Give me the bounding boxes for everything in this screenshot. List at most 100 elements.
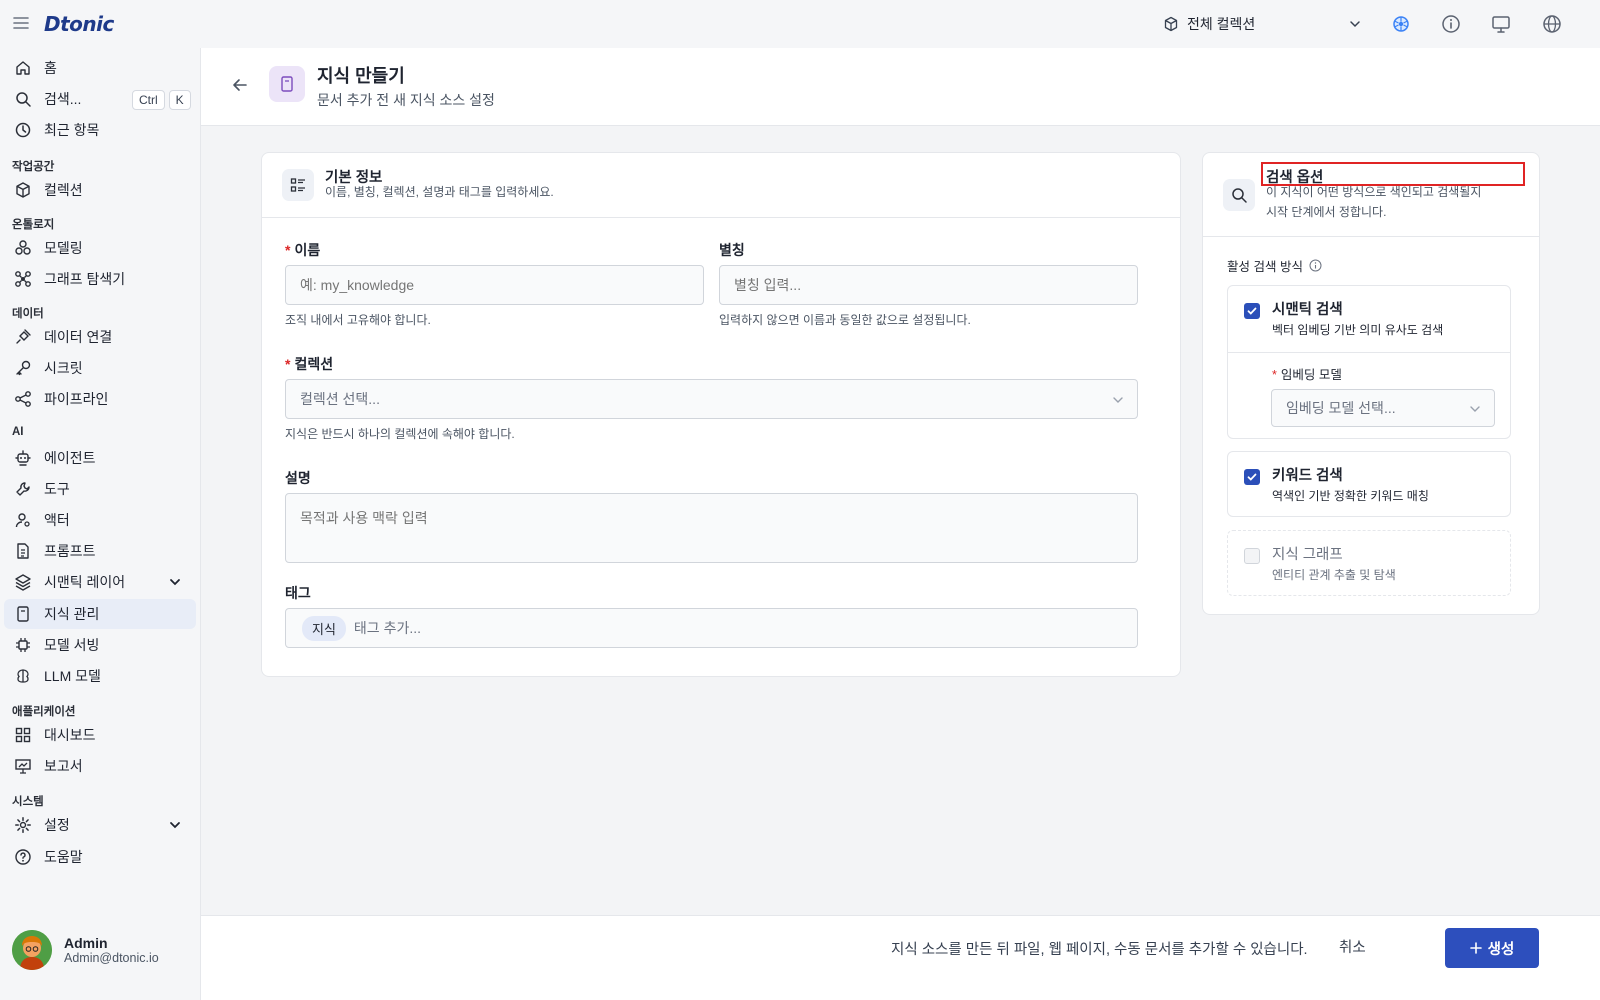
section-ontology: 온톨로지 <box>12 219 55 231</box>
sidebar-item-label: 최근 항목 <box>44 122 100 138</box>
sidebar-item-settings[interactable]: 설정 <box>4 810 196 840</box>
wrench-icon <box>16 482 30 496</box>
checkmark-icon <box>1247 473 1257 481</box>
sidebar-item-label: 보고서 <box>44 758 83 774</box>
description-label: 설명 <box>285 470 311 486</box>
document-icon <box>17 543 29 559</box>
sidebar-item-label: 검색... <box>44 91 82 107</box>
embedding-model-placeholder: 임베딩 모델 선택... <box>1286 400 1396 416</box>
cancel-button[interactable]: 취소 <box>1339 936 1366 957</box>
robot-icon <box>15 450 31 466</box>
sidebar-item-label: 모델 서빙 <box>44 637 100 653</box>
menu-icon[interactable] <box>12 14 30 32</box>
name-hint: 조직 내에서 고유해야 합니다. <box>285 313 431 327</box>
sidebar-item-home[interactable]: 홈 <box>4 53 196 83</box>
sidebar-item-label: 데이터 연결 <box>44 329 113 345</box>
modeling-icon <box>15 240 31 255</box>
sidebar-item-help[interactable]: 도움말 <box>4 842 196 872</box>
sidebar-item-semantic-layer[interactable]: 시맨틱 레이어 <box>4 567 196 597</box>
sidebar-item-label: 액터 <box>44 512 70 528</box>
sidebar-item-secret[interactable]: 시크릿 <box>4 353 196 383</box>
collection-selector[interactable]: 전체 컬렉션 <box>1163 10 1363 38</box>
brain-icon <box>17 669 29 683</box>
footer-message: 지식 소스를 만든 뒤 파일, 웹 페이지, 수동 문서를 추가할 수 있습니다… <box>891 942 1308 958</box>
chevron-down-icon <box>1113 397 1123 403</box>
sidebar-item-pipeline[interactable]: 파이프라인 <box>4 384 196 414</box>
sidebar-item-collection[interactable]: 컬렉션 <box>4 175 196 205</box>
graph-icon <box>15 271 31 287</box>
sidebar-item-agent[interactable]: 에이전트 <box>4 443 196 473</box>
tag-placeholder: 태그 추가... <box>353 620 422 636</box>
sidebar-item-label: LLM 모델 <box>44 668 101 684</box>
chevron-down-icon <box>1470 406 1480 412</box>
list-icon <box>282 169 314 201</box>
alias-input[interactable] <box>719 265 1138 305</box>
semantic-checkbox[interactable] <box>1244 303 1260 319</box>
name-input[interactable] <box>285 265 704 305</box>
user-profile[interactable]: Admin Admin@dtonic.io <box>12 930 159 970</box>
create-button[interactable]: 생성 <box>1445 928 1539 968</box>
app-logo[interactable]: Dtonic <box>44 12 114 36</box>
keyword-desc: 역색인 기반 정확한 키워드 매칭 <box>1272 489 1429 503</box>
back-arrow-icon[interactable] <box>229 74 251 96</box>
keyword-checkbox[interactable] <box>1244 469 1260 485</box>
globe-icon[interactable] <box>1541 13 1563 35</box>
sidebar-item-actor[interactable]: 액터 <box>4 505 196 535</box>
description-textarea[interactable] <box>285 493 1138 563</box>
collection-hint: 지식은 반드시 하나의 컬렉션에 속해야 합니다. <box>285 427 515 441</box>
monitor-icon[interactable] <box>1490 13 1512 35</box>
chevron-down-icon <box>170 579 180 586</box>
search-options-desc-2: 시작 단계에서 정합니다. <box>1266 205 1387 219</box>
section-application: 애플리케이션 <box>12 706 76 718</box>
info-icon[interactable] <box>1309 259 1322 272</box>
cube-icon <box>1164 16 1178 32</box>
sidebar-item-search[interactable]: 검색... Ctrl K <box>4 84 196 114</box>
kbd-k: K <box>168 90 191 110</box>
tag-input[interactable]: 지식 태그 추가... <box>285 608 1138 648</box>
sidebar-item-llm-model[interactable]: LLM 모델 <box>4 661 196 691</box>
sidebar-item-label: 그래프 탐색기 <box>44 271 126 287</box>
search-icon <box>1223 179 1255 211</box>
embedding-model-select[interactable]: 임베딩 모델 선택... <box>1271 389 1495 427</box>
page-header: 지식 만들기 문서 추가 전 새 지식 소스 설정 <box>201 48 1600 126</box>
page-subtitle: 문서 추가 전 새 지식 소스 설정 <box>317 92 495 108</box>
keyword-title: 키워드 검색 <box>1272 468 1343 484</box>
collection-select[interactable]: 컬렉션 선택... <box>285 379 1138 419</box>
sidebar-item-label: 홈 <box>44 60 57 76</box>
sidebar-item-label: 설정 <box>44 817 70 833</box>
clock-icon <box>15 122 31 138</box>
sidebar-item-prompt[interactable]: 프롬프트 <box>4 536 196 566</box>
section-ai: AI <box>12 426 24 438</box>
keyword-search-option: 키워드 검색 역색인 기반 정확한 키워드 매칭 <box>1227 451 1511 517</box>
help-icon <box>15 849 31 865</box>
avatar <box>12 930 52 970</box>
plug-icon <box>16 329 31 344</box>
sidebar-item-modeling[interactable]: 모델링 <box>4 233 196 263</box>
alias-label: 별칭 <box>719 242 745 258</box>
sidebar-item-report[interactable]: 보고서 <box>4 751 196 781</box>
active-search-label: 활성 검색 방식 <box>1227 256 1322 275</box>
search-shortcut: Ctrl K <box>132 90 191 110</box>
page-title: 지식 만들기 <box>317 66 405 86</box>
sidebar-item-recent[interactable]: 최근 항목 <box>4 115 196 145</box>
sidebar-item-model-serving[interactable]: 모델 서빙 <box>4 630 196 660</box>
sidebar-item-label: 시맨틱 레이어 <box>44 574 126 590</box>
name-label: * 이름 <box>285 242 321 258</box>
collection-selector-label: 전체 컬렉션 <box>1187 16 1256 32</box>
sidebar-item-dashboard[interactable]: 대시보드 <box>4 720 196 750</box>
embedding-model-label: * 임베딩 모델 <box>1272 368 1342 382</box>
required-asterisk: * <box>285 356 291 372</box>
sidebar-item-knowledge[interactable]: 지식 관리 <box>4 599 196 629</box>
sidebar-item-label: 도구 <box>44 481 70 497</box>
info-icon[interactable] <box>1440 13 1462 35</box>
kubernetes-icon[interactable] <box>1390 13 1412 35</box>
sidebar-item-data-connection[interactable]: 데이터 연결 <box>4 322 196 352</box>
gear-icon <box>15 817 31 833</box>
sidebar-item-label: 파이프라인 <box>44 391 109 407</box>
sidebar-item-label: 도움말 <box>44 849 83 865</box>
section-system: 시스템 <box>12 796 44 808</box>
knowledge-graph-checkbox[interactable] <box>1244 548 1260 564</box>
sidebar-item-graph-explorer[interactable]: 그래프 탐색기 <box>4 264 196 294</box>
tag-chip[interactable]: 지식 <box>302 615 346 641</box>
sidebar-item-tool[interactable]: 도구 <box>4 474 196 504</box>
